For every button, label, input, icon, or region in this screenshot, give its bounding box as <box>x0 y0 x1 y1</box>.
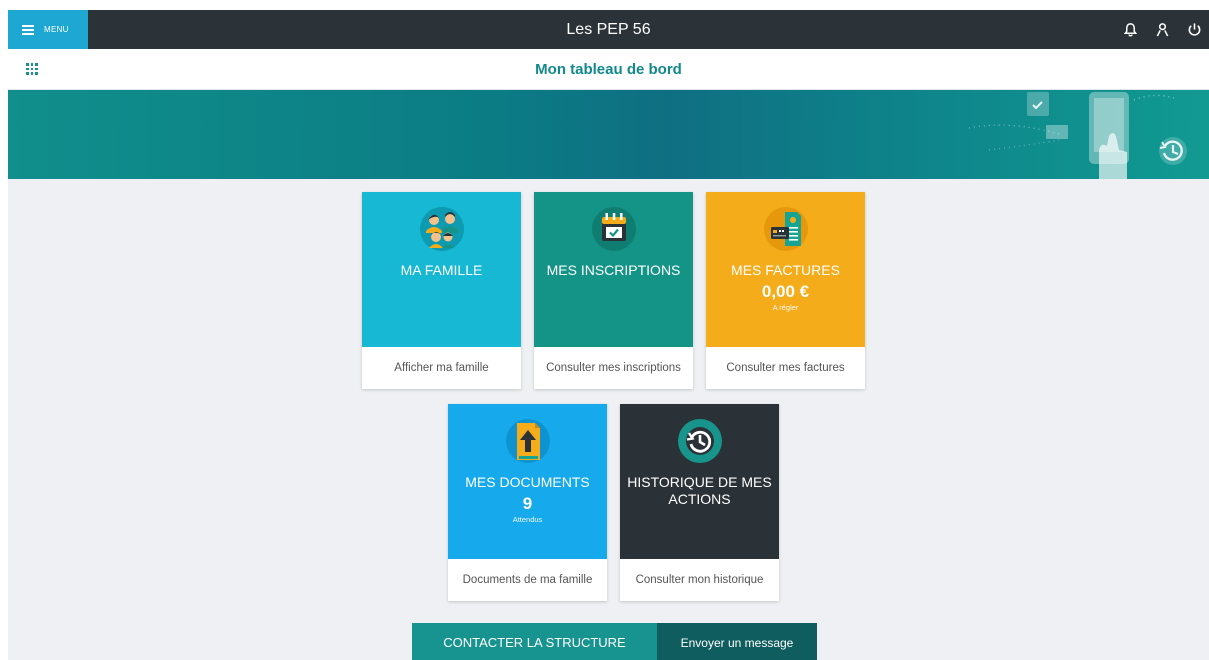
contact-label: CONTACTER LA STRUCTURE <box>412 623 657 660</box>
banner-illustration-icon <box>968 92 1187 179</box>
tile-title: HISTORIQUE DE MES ACTIONS <box>627 474 772 507</box>
tile-top: MES INSCRIPTIONS <box>534 192 693 355</box>
tile-historique[interactable]: HISTORIQUE DE MES ACTIONS Consulter mon … <box>620 404 779 601</box>
bell-icon[interactable] <box>1121 21 1139 39</box>
menu-label: MENU <box>44 25 69 34</box>
page-title: Mon tableau de bord <box>535 61 682 78</box>
user-icon[interactable] <box>1153 21 1171 39</box>
tile-top: MES DOCUMENTS 9 Attendus <box>448 404 607 567</box>
invoice-card-icon <box>763 206 809 252</box>
documents-status: Attendus <box>512 515 543 524</box>
top-actions <box>1121 10 1203 49</box>
tile-top: MES FACTURES 0,00 € A régler <box>706 192 865 355</box>
subheader: Mon tableau de bord <box>8 49 1209 90</box>
tile-title: MES DOCUMENTS <box>465 474 590 490</box>
tile-mes-documents[interactable]: MES DOCUMENTS 9 Attendus Documents de ma… <box>448 404 607 601</box>
tile-link[interactable]: Documents de ma famille <box>448 559 607 601</box>
app-title: Les PEP 56 <box>566 21 651 38</box>
tile-link[interactable]: Consulter mes factures <box>706 347 865 389</box>
dashboard-banner <box>8 90 1209 179</box>
family-icon <box>419 206 465 252</box>
tile-title: MES INSCRIPTIONS <box>546 262 681 278</box>
tile-top: MA FAMILLE <box>362 192 521 355</box>
top-bar: MENU Les PEP 56 <box>8 10 1209 49</box>
document-upload-icon <box>505 418 551 464</box>
tile-link[interactable]: Afficher ma famille <box>362 347 521 389</box>
invoice-amount: 0,00 € <box>761 282 810 301</box>
contact-bar: CONTACTER LA STRUCTURE Envoyer un messag… <box>412 623 817 660</box>
tile-top: HISTORIQUE DE MES ACTIONS <box>620 404 779 567</box>
tile-ma-famille[interactable]: MA FAMILLE Afficher ma famille <box>362 192 521 389</box>
tile-title: MES FACTURES <box>731 262 840 278</box>
power-icon[interactable] <box>1185 21 1203 39</box>
tile-link[interactable]: Consulter mes inscriptions <box>534 347 693 389</box>
invoice-status: A régler <box>772 303 799 312</box>
calendar-check-icon <box>591 206 637 252</box>
tile-title: MA FAMILLE <box>400 262 483 278</box>
tile-mes-factures[interactable]: MES FACTURES 0,00 € A régler Consulter m… <box>706 192 865 389</box>
menu-button[interactable]: MENU <box>8 10 88 49</box>
page: MENU Les PEP 56 Mon tableau de bord MA F… <box>8 10 1209 660</box>
tile-mes-inscriptions[interactable]: MES INSCRIPTIONS Consulter mes inscripti… <box>534 192 693 389</box>
send-message-button[interactable]: Envoyer un message <box>657 623 817 660</box>
hamburger-icon <box>22 25 34 35</box>
history-icon <box>677 418 723 464</box>
documents-count: 9 <box>522 494 533 513</box>
tile-link[interactable]: Consulter mon historique <box>620 559 779 601</box>
